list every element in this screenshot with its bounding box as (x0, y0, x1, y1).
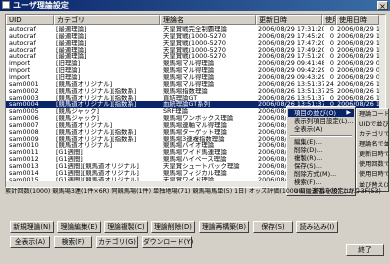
submenu-item-sort-count[interactable]: 使用回数で並び (357, 160, 388, 169)
show-all-button[interactable]: 全表示(A) (10, 236, 50, 248)
table-row[interactable]: import [旧理論] 競馬場マル得理論 2006/08/29 09:41:48 0 2… (6, 60, 385, 67)
menu-item-duplicate[interactable]: 複製(R)... (288, 154, 354, 162)
title-bar: ユーザ理論設定 × (0, 0, 390, 11)
column-header-category[interactable]: カテゴリ (54, 15, 160, 25)
table-row[interactable]: sam0003 [競馬道オリジナル][指数系] 直結理論GT 2006/08/26 1… (6, 95, 385, 102)
menu-item-delete[interactable]: 削除(D)... (288, 146, 354, 154)
submenu-item-sort-category[interactable]: カテゴリで並び (357, 130, 388, 139)
context-menu: 項目の並び(O) ▶ 表示列項目設定(L)... 全表示(A) 編集(E)... … (286, 106, 360, 196)
menu-item-edit[interactable]: 編集(E)... (288, 138, 354, 146)
copy-theory-button[interactable]: 理論複製(C) (104, 221, 148, 233)
submenu-item-sort-used[interactable]: 使用日時で並び (357, 170, 388, 179)
submenu-item-sort-name[interactable]: 理論名で並び (357, 140, 388, 149)
submenu-item-sort-updated[interactable]: 更新日時で並び (357, 150, 388, 159)
column-header-used-date[interactable]: 使用日時 (336, 15, 379, 25)
search-button[interactable]: 検索(F) (54, 236, 92, 248)
menu-divider (290, 135, 352, 137)
table-row[interactable]: autocraf [最適理論] 天皇賞戦(1000-5270 2006/08/29 1… (6, 40, 385, 47)
menu-item-save[interactable]: 保存(S)... (288, 162, 354, 170)
category-button[interactable]: カテゴリ(G) (96, 236, 138, 248)
table-row[interactable]: sam0002 [競馬道オリジナル][指数系] 競馬場指数理論 2006/08/26 … (6, 88, 385, 95)
menu-item-column-settings[interactable]: 表示列項目設定(L)... (288, 117, 354, 125)
table-row[interactable]: autocraf [最適理論] 天皇賞戦(1000-5270 2006/08/29 1… (6, 53, 385, 60)
sort-submenu: 理論コードで並び UIDで並び(U) カテゴリで並び 理論名で並び 更新日時で並… (356, 108, 389, 192)
table-row[interactable]: import [旧理論] 競馬場マル得理論 2006/08/29 09:43:29 0 2… (6, 74, 385, 81)
submenu-item-sort-code[interactable]: 理論コードで並び (357, 110, 388, 119)
save-button[interactable]: 保存(S) (253, 221, 293, 233)
table-row[interactable]: autocraf [最適理論] 天皇賞戦完全制覇理論 2006/08/29 17:31… (6, 26, 385, 33)
menu-item-delete-mode[interactable]: 削除方式(M)... (288, 170, 354, 178)
column-header-uid[interactable]: UID (6, 15, 54, 25)
submenu-item-sort-uid[interactable]: UIDで並び(U) (357, 120, 388, 129)
new-theory-button[interactable]: 新規理論(N) (10, 221, 54, 233)
app-icon (2, 1, 10, 9)
submenu-arrow-icon: ▶ (346, 109, 351, 116)
delete-theory-button[interactable]: 理論削除(D) (151, 221, 195, 233)
import-button[interactable]: 読み込み(I) (296, 221, 338, 233)
status-line: 累計回数(1000) 競馬場3連(1件×6R) 同競馬場(1件) 単独地場(71… (5, 188, 381, 195)
column-header-theory-name[interactable]: 理論名 (160, 15, 256, 25)
edit-theory-button[interactable]: 理論編集(E) (57, 221, 101, 233)
menu-item-show-all[interactable]: 全表示(A) (288, 125, 354, 133)
table-row[interactable]: sam0001 [競馬道オリジナル] 競馬場マル得理論 2006/08/26 13:5… (6, 81, 385, 88)
table-row[interactable]: autocraf [最適理論] 天皇賞戦(1000-5270 2006/08/29 1… (6, 47, 385, 54)
table-row[interactable]: autocraf [最適理論] 天皇賞戦(1000-5270 2006/08/29 1… (6, 33, 385, 40)
close-window-button[interactable]: × (377, 1, 388, 11)
menu-item-sort-order[interactable]: 項目の並び(O) ▶ (288, 109, 354, 117)
menu-item-search[interactable]: 検索(F)... (288, 178, 354, 186)
table-row[interactable]: import [旧理論] 競馬場マル得理論 2006/08/29 09:42:29 0 2… (6, 67, 385, 74)
rebuild-theory-button[interactable]: 理論再構築(B) (199, 221, 249, 233)
download-button[interactable]: ダウンロード(Y) (142, 236, 193, 248)
column-header-updated[interactable]: 更新日時 (256, 15, 322, 25)
column-header-use-count[interactable]: 使用回数 (322, 15, 336, 25)
window-title: ユーザ理論設定 (13, 1, 69, 10)
exit-button[interactable]: 終了 (346, 244, 384, 256)
